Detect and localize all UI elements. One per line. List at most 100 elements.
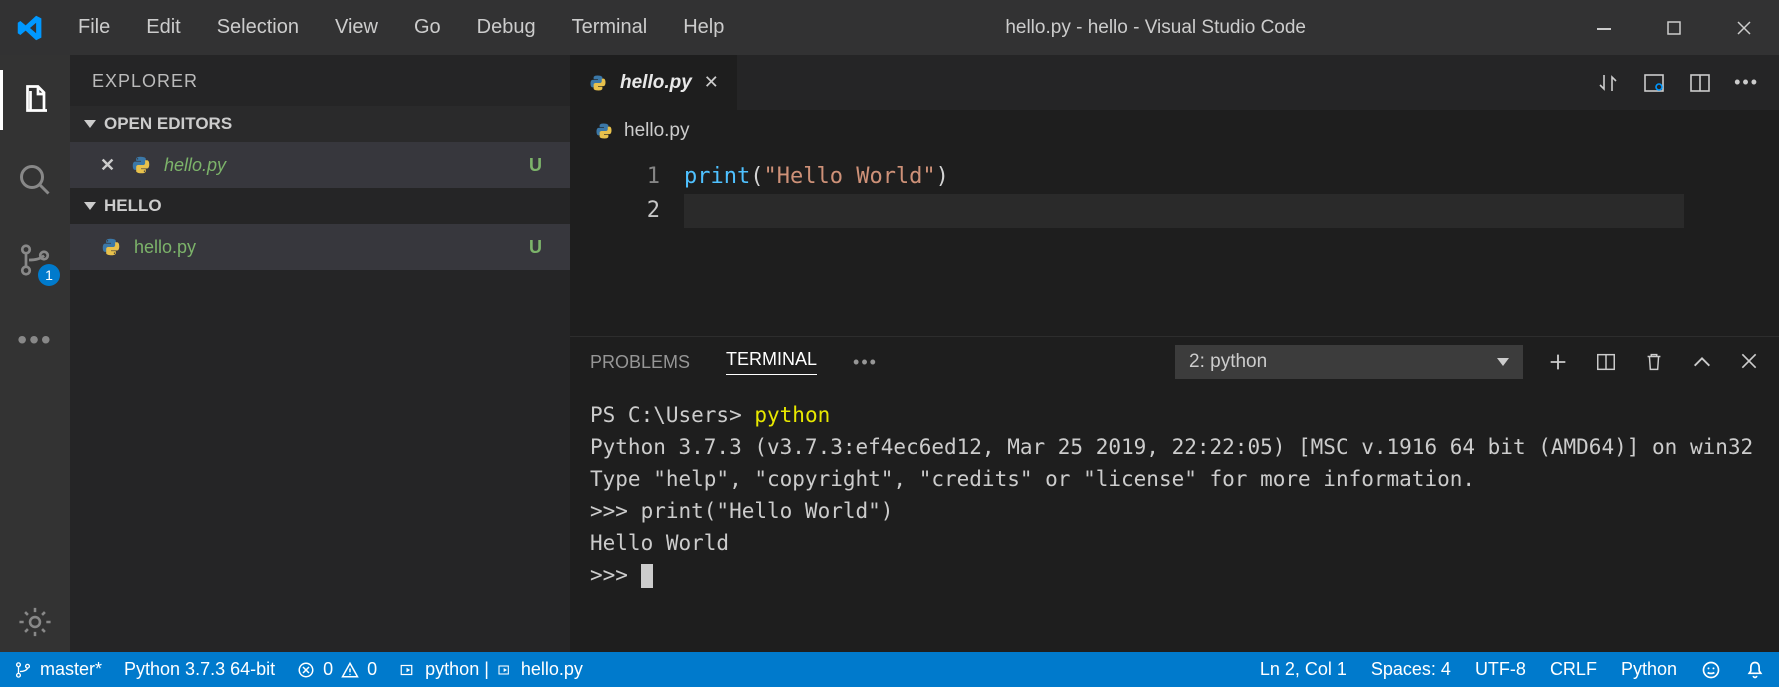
open-editors-label: OPEN EDITORS [104, 114, 232, 134]
activity-more[interactable]: ••• [0, 310, 70, 370]
panel-tab-terminal[interactable]: TERMINAL [726, 349, 817, 375]
close-editor-icon[interactable]: ✕ [100, 155, 118, 176]
warning-icon [341, 661, 359, 679]
terminal-text: python [754, 403, 830, 427]
status-warning-count: 0 [367, 659, 377, 680]
code-token: ( [750, 164, 763, 189]
vscode-logo-icon [0, 14, 60, 42]
status-cursor-pos[interactable]: Ln 2, Col 1 [1260, 659, 1347, 680]
tab-close-icon[interactable]: ✕ [704, 72, 719, 93]
workspace-section[interactable]: HELLO [70, 188, 570, 224]
terminal-text: Python 3.7.3 (v3.7.3:ef4ec6ed12, Mar 25 … [590, 435, 1753, 459]
status-encoding[interactable]: UTF-8 [1475, 659, 1526, 680]
code-token: "Hello World" [763, 164, 935, 189]
status-branch[interactable]: master* [14, 659, 102, 680]
close-panel-icon[interactable] [1739, 351, 1759, 371]
title-bar: File Edit Selection View Go Debug Termin… [0, 0, 1779, 55]
menu-help[interactable]: Help [665, 0, 742, 55]
split-editor-icon[interactable] [1688, 71, 1712, 95]
line-number: 2 [570, 194, 660, 228]
activity-bar: 1 ••• [0, 55, 70, 652]
status-branch-label: master* [40, 659, 102, 680]
status-python-env[interactable]: Python 3.7.3 64-bit [124, 659, 275, 680]
menu-selection[interactable]: Selection [199, 0, 317, 55]
activity-scm[interactable]: 1 [0, 230, 70, 290]
more-actions-icon[interactable]: ••• [1734, 72, 1759, 93]
open-changes-icon[interactable] [1642, 71, 1666, 95]
terminal-text: Hello World [590, 531, 729, 555]
chevron-down-icon [84, 202, 96, 210]
line-number: 1 [570, 160, 660, 194]
code-editor[interactable]: 1 2 print("Hello World") [570, 152, 1779, 336]
breadcrumb-file: hello.py [624, 120, 690, 142]
terminal-text: >>> print("Hello World") [590, 499, 893, 523]
minimize-button[interactable] [1569, 0, 1639, 55]
tab-filename: hello.py [620, 72, 692, 94]
activity-search[interactable] [0, 150, 70, 210]
file-tree-item[interactable]: hello.py U [70, 224, 570, 270]
terminal-text: PS C:\Users> [590, 403, 754, 427]
feedback-smiley-icon[interactable] [1701, 660, 1721, 680]
bell-icon[interactable] [1745, 660, 1765, 680]
open-editor-item[interactable]: ✕ hello.py U [70, 142, 570, 188]
status-error-count: 0 [323, 659, 333, 680]
maximize-panel-icon[interactable] [1691, 351, 1713, 373]
debug-icon [497, 662, 513, 678]
current-line-highlight [684, 194, 1684, 228]
terminal-selector-value: 2: python [1189, 351, 1267, 373]
code-token: print [684, 164, 750, 189]
panel-tab-bar: PROBLEMS TERMINAL ••• 2: python [570, 337, 1779, 387]
error-icon [297, 661, 315, 679]
menu-go[interactable]: Go [396, 0, 459, 55]
split-terminal-icon[interactable] [1595, 351, 1617, 373]
terminal-selector[interactable]: 2: python [1175, 345, 1523, 379]
status-indent[interactable]: Spaces: 4 [1371, 659, 1451, 680]
panel-more-icon[interactable]: ••• [853, 352, 878, 373]
git-branch-icon [14, 661, 32, 679]
status-language[interactable]: Python [1621, 659, 1677, 680]
line-gutter: 1 2 [570, 152, 684, 336]
menu-debug[interactable]: Debug [459, 0, 554, 55]
editor-tab[interactable]: hello.py ✕ [570, 55, 737, 110]
status-eol[interactable]: CRLF [1550, 659, 1597, 680]
git-status-badge: U [529, 155, 556, 176]
maximize-button[interactable] [1639, 0, 1709, 55]
status-debug-label: python | [425, 659, 489, 680]
search-icon [17, 162, 53, 198]
open-editors-section[interactable]: OPEN EDITORS [70, 106, 570, 142]
menu-edit[interactable]: Edit [128, 0, 198, 55]
menu-terminal[interactable]: Terminal [554, 0, 666, 55]
code-token: ) [936, 164, 949, 189]
terminal-cursor [641, 564, 653, 588]
menu-file[interactable]: File [60, 0, 128, 55]
status-problems[interactable]: 0 0 [297, 659, 377, 680]
trash-icon[interactable] [1643, 351, 1665, 373]
activity-settings[interactable] [0, 592, 70, 652]
file-name: hello.py [134, 237, 196, 258]
status-debug-target[interactable]: python | hello.py [399, 659, 583, 680]
sidebar-title: EXPLORER [70, 55, 570, 106]
python-file-icon [100, 236, 122, 258]
menu-view[interactable]: View [317, 0, 396, 55]
editor-actions: ••• [1596, 55, 1779, 110]
debug-icon [399, 661, 417, 679]
scm-badge: 1 [38, 264, 60, 286]
panel-tab-problems[interactable]: PROBLEMS [590, 352, 690, 373]
python-file-icon [588, 73, 608, 93]
close-button[interactable] [1709, 0, 1779, 55]
files-icon [17, 82, 53, 118]
terminal-text: Type "help", "copyright", "credits" or "… [590, 467, 1475, 491]
new-terminal-icon[interactable] [1547, 351, 1569, 373]
menu-bar: File Edit Selection View Go Debug Termin… [60, 0, 742, 55]
status-debug-file: hello.py [521, 659, 583, 680]
editor-group: hello.py ✕ ••• hello.py 1 2 print("Hello… [570, 55, 1779, 652]
activity-explorer[interactable] [0, 70, 70, 130]
gear-icon [18, 605, 52, 639]
open-editor-filename: hello.py [164, 155, 226, 176]
terminal-body[interactable]: PS C:\Users> python Python 3.7.3 (v3.7.3… [570, 387, 1779, 652]
tab-bar: hello.py ✕ ••• [570, 55, 1779, 110]
breadcrumb[interactable]: hello.py [570, 110, 1779, 152]
python-file-icon [130, 154, 152, 176]
workspace-label: HELLO [104, 196, 162, 216]
compare-changes-icon[interactable] [1596, 71, 1620, 95]
